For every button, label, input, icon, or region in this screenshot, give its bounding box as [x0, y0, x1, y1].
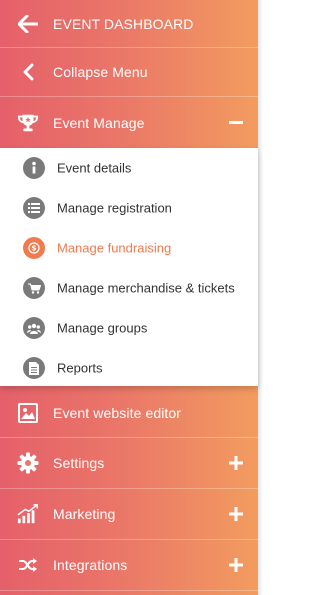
svg-text:$: $: [31, 244, 36, 253]
chevron-left-icon: [17, 61, 39, 83]
minus-icon[interactable]: [228, 115, 244, 131]
submenu-item-manage-merchandise[interactable]: Manage merchandise & tickets: [0, 268, 258, 308]
submenu-item-event-details[interactable]: Event details: [0, 148, 258, 188]
submenu-item-reports[interactable]: Reports: [0, 348, 258, 388]
marketing-label: Marketing: [53, 506, 116, 522]
cart-icon: [23, 277, 45, 299]
submenu-item-label: Reports: [57, 360, 103, 376]
collapse-menu-label: Collapse Menu: [53, 64, 148, 80]
event-manage-label: Event Manage: [53, 114, 145, 131]
shuffle-icon: [17, 554, 39, 576]
submenu-item-label: Manage groups: [57, 320, 148, 336]
settings-menu[interactable]: Settings: [0, 438, 258, 489]
event-manage-menu[interactable]: Event Manage: [0, 97, 258, 148]
plus-icon[interactable]: [228, 506, 244, 522]
group-icon: [23, 317, 45, 339]
dollar-icon: $: [23, 237, 45, 259]
event-dashboard-link[interactable]: EVENT DASHBOARD: [0, 0, 258, 48]
sidebar-shadow: [258, 0, 263, 595]
submenu-item-manage-fundraising[interactable]: $ Manage fundraising: [0, 228, 258, 268]
event-website-editor-link[interactable]: Event website editor: [0, 388, 258, 438]
settings-label: Settings: [53, 455, 105, 471]
plus-icon[interactable]: [228, 557, 244, 573]
arrow-left-icon: [17, 13, 39, 35]
integrations-menu[interactable]: Integrations: [0, 540, 258, 591]
sidebar-menu: EVENT DASHBOARD Collapse Menu Event Mana…: [0, 0, 258, 595]
event-manage-submenu: Event details Manage registration $ Mana…: [0, 148, 258, 386]
image-icon: [17, 402, 39, 424]
submenu-item-label: Event details: [57, 160, 132, 176]
bar-chart-icon: [17, 503, 39, 525]
trophy-icon: [17, 112, 39, 134]
marketing-menu[interactable]: Marketing: [0, 489, 258, 540]
submenu-item-label: Manage merchandise & tickets: [57, 280, 235, 296]
plus-icon[interactable]: [228, 455, 244, 471]
submenu-item-manage-groups[interactable]: Manage groups: [0, 308, 258, 348]
event-dashboard-label: EVENT DASHBOARD: [53, 15, 194, 32]
document-icon: [23, 357, 45, 379]
list-icon: [23, 197, 45, 219]
info-icon: [23, 157, 45, 179]
gear-icon: [17, 452, 39, 474]
submenu-item-manage-registration[interactable]: Manage registration: [0, 188, 258, 228]
integrations-label: Integrations: [53, 557, 128, 573]
submenu-item-label: Manage fundraising: [57, 240, 172, 256]
submenu-item-label: Manage registration: [57, 200, 172, 216]
collapse-menu-button[interactable]: Collapse Menu: [0, 48, 258, 97]
event-website-editor-label: Event website editor: [53, 404, 182, 421]
